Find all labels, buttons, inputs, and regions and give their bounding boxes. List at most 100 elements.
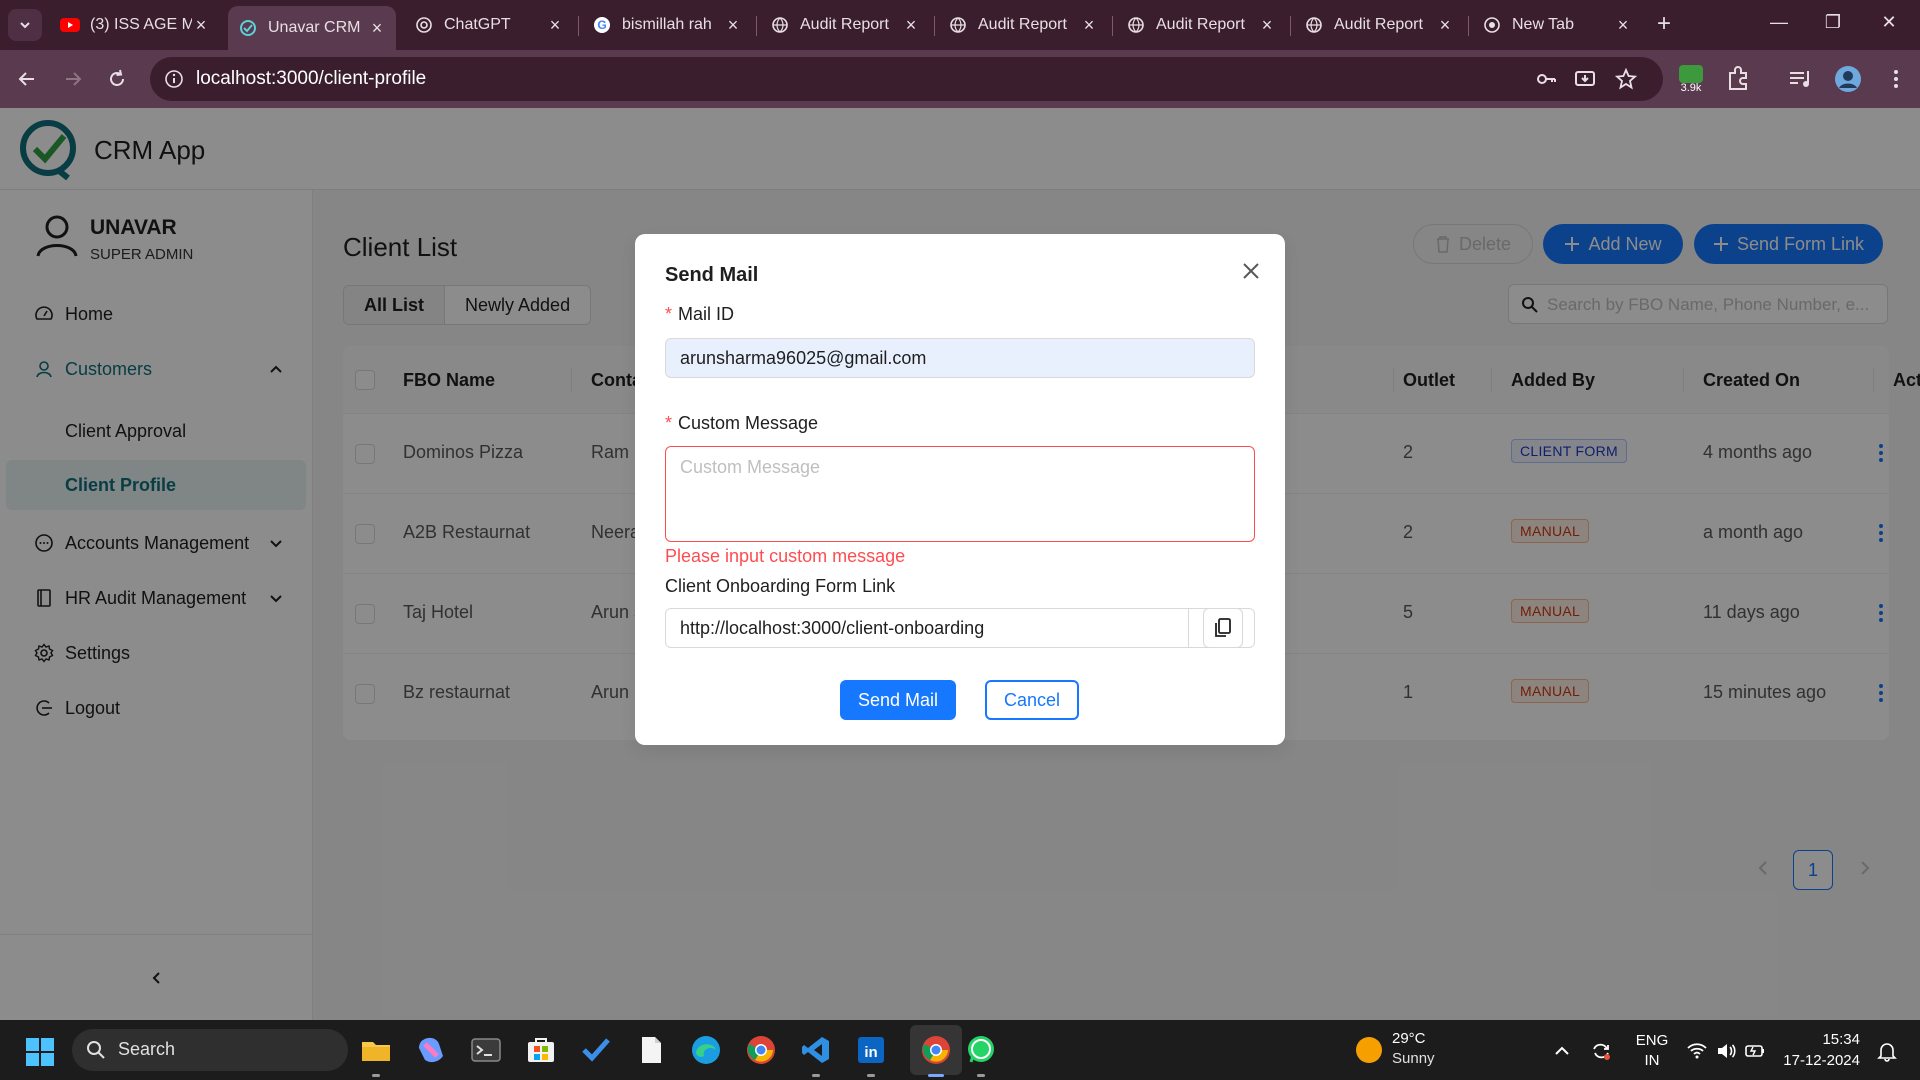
terminal-icon[interactable] <box>470 1034 502 1066</box>
wifi-icon[interactable] <box>1686 1040 1708 1062</box>
send-mail-modal: Send Mail * Mail ID arunsharma96025@gmail… <box>635 234 1285 745</box>
new-tab-button[interactable]: + <box>1652 12 1676 36</box>
back-icon[interactable] <box>14 66 40 92</box>
vscode-icon[interactable] <box>800 1034 832 1066</box>
onboarding-link-field[interactable]: http://localhost:3000/client-onboarding <box>665 608 1255 648</box>
tab-title: New Tab <box>1512 16 1574 33</box>
close-icon[interactable]: × <box>1080 15 1098 36</box>
file-explorer-icon[interactable] <box>360 1034 392 1066</box>
close-icon[interactable]: × <box>192 15 210 36</box>
globe-icon <box>948 15 968 35</box>
weather-description: Sunny <box>1392 1050 1435 1067</box>
star-icon[interactable] <box>1615 68 1637 90</box>
browser-tab[interactable]: New Tab × <box>1472 6 1642 44</box>
language-code[interactable]: ENG <box>1634 1032 1670 1049</box>
globe-icon <box>770 15 790 35</box>
todo-icon[interactable] <box>580 1034 612 1066</box>
custom-message-label: * Custom Message <box>665 413 819 433</box>
mail-id-label: * Mail ID <box>665 304 735 324</box>
browser-tab[interactable]: (3) ISS AGE M × <box>50 6 220 44</box>
puzzle-icon[interactable] <box>1724 65 1752 93</box>
install-icon[interactable] <box>1574 68 1596 90</box>
globe-icon <box>1126 15 1146 35</box>
close-icon[interactable]: × <box>546 15 564 36</box>
notification-bell-icon[interactable] <box>1876 1040 1898 1062</box>
tab-title: ChatGPT <box>444 16 511 33</box>
browser-tab[interactable]: Audit Report × <box>1116 6 1286 44</box>
custom-message-error: Please input custom message <box>665 546 906 566</box>
kebab-menu-icon[interactable] <box>1882 65 1910 93</box>
copy-link-button[interactable] <box>1188 608 1256 648</box>
youtube-icon <box>60 15 80 35</box>
whatsapp-icon[interactable] <box>965 1034 997 1066</box>
extension-badge: 3.9k <box>1681 82 1702 93</box>
close-icon[interactable]: × <box>368 18 386 39</box>
linkedin-icon[interactable]: in <box>855 1034 887 1066</box>
volume-icon[interactable] <box>1715 1040 1737 1062</box>
tab-title: Audit Report <box>800 16 889 33</box>
close-icon[interactable]: × <box>1614 15 1632 36</box>
key-icon[interactable] <box>1535 68 1557 90</box>
chevron-up-icon[interactable] <box>1551 1040 1573 1062</box>
onboarding-link-value: http://localhost:3000/client-onboarding <box>680 618 985 638</box>
chatgpt-icon <box>414 15 434 35</box>
chrome-active-icon[interactable] <box>920 1034 952 1066</box>
browser-tab-bar: (3) ISS AGE M × Unavar CRM × ChatGPT × G… <box>0 0 1920 50</box>
chrome-icon <box>1482 15 1502 35</box>
close-icon[interactable] <box>1240 260 1262 282</box>
battery-icon[interactable] <box>1744 1040 1766 1062</box>
minimize-icon[interactable]: — <box>1764 12 1794 33</box>
custom-message-textarea[interactable]: Custom Message <box>665 446 1255 542</box>
restore-icon[interactable]: ❐ <box>1818 12 1848 33</box>
close-icon[interactable]: × <box>902 15 920 36</box>
chevron-down-icon <box>20 22 30 29</box>
browser-tab[interactable]: Audit Report × <box>938 6 1108 44</box>
close-icon[interactable]: × <box>1258 15 1276 36</box>
sync-icon[interactable] <box>1590 1040 1612 1062</box>
windows-taskbar: Search in 29°C Sunny ENG IN 15:34 17-12-… <box>0 1020 1920 1080</box>
globe-icon <box>1304 15 1324 35</box>
notepad-icon[interactable] <box>635 1034 667 1066</box>
windows-start-icon[interactable] <box>26 1038 54 1066</box>
taskbar-search-label: Search <box>118 1039 176 1059</box>
info-icon[interactable] <box>164 69 184 89</box>
tab-title: bismillah rah <box>622 16 712 33</box>
tab-title: Audit Report <box>1334 16 1423 33</box>
tab-title: Audit Report <box>978 16 1067 33</box>
edge-icon[interactable] <box>690 1034 722 1066</box>
address-bar[interactable]: localhost:3000/client-profile <box>150 57 1663 101</box>
profile-avatar-icon[interactable] <box>1834 65 1862 93</box>
weather-temperature: 29°C <box>1392 1030 1426 1047</box>
reload-icon[interactable] <box>104 66 130 92</box>
cancel-button[interactable]: Cancel <box>985 680 1079 720</box>
search-icon <box>87 1041 105 1059</box>
close-icon[interactable]: × <box>1436 15 1454 36</box>
tab-title: Audit Report <box>1156 16 1245 33</box>
copilot-icon[interactable] <box>415 1034 447 1066</box>
tab-search-button[interactable] <box>8 9 42 41</box>
browser-tab-active[interactable]: Unavar CRM × <box>228 6 396 50</box>
browser-tab[interactable]: Audit Report × <box>760 6 930 44</box>
chrome-icon[interactable] <box>745 1034 777 1066</box>
mail-id-input[interactable]: arunsharma96025@gmail.com <box>665 338 1255 378</box>
browser-tab[interactable]: ChatGPT × <box>404 6 574 44</box>
media-icon[interactable] <box>1786 65 1814 93</box>
window-close-icon[interactable]: ✕ <box>1874 12 1904 33</box>
browser-toolbar: localhost:3000/client-profile 3.9k <box>0 50 1920 108</box>
store-icon[interactable] <box>525 1034 557 1066</box>
modal-title: Send Mail <box>665 264 759 286</box>
browser-tab[interactable]: Audit Report × <box>1294 6 1464 44</box>
clock-date[interactable]: 17-12-2024 <box>1770 1052 1860 1069</box>
extension-icon[interactable]: 3.9k <box>1677 63 1705 93</box>
forward-icon[interactable] <box>60 66 86 92</box>
send-mail-button[interactable]: Send Mail <box>840 680 956 720</box>
onboarding-link-label: Client Onboarding Form Link <box>665 576 896 596</box>
close-icon[interactable]: × <box>724 15 742 36</box>
crm-icon <box>238 18 258 38</box>
sun-icon[interactable] <box>1356 1037 1382 1063</box>
tab-title: (3) ISS AGE M <box>90 16 192 33</box>
taskbar-search[interactable]: Search <box>72 1029 348 1071</box>
browser-tab[interactable]: G bismillah rah × <box>582 6 752 44</box>
language-region[interactable]: IN <box>1634 1052 1670 1069</box>
clock-time[interactable]: 15:34 <box>1800 1031 1860 1048</box>
